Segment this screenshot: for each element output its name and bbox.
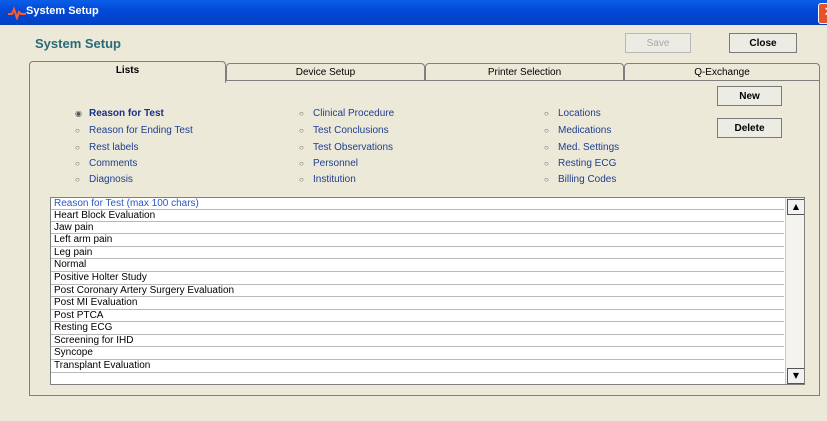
vertical-scrollbar[interactable]: ▲ ▼: [785, 198, 804, 384]
tab-printer-selection[interactable]: Printer Selection: [425, 63, 624, 81]
save-button[interactable]: Save: [625, 33, 691, 53]
scroll-down-arrow-icon[interactable]: ▼: [787, 368, 804, 384]
radio-rest-labels[interactable]: ○ Rest labels: [75, 142, 138, 153]
radio-personnel[interactable]: ○ Personnel: [299, 158, 358, 169]
list-item[interactable]: Transplant Evaluation: [51, 359, 784, 371]
radio-icon: ○: [544, 175, 549, 184]
radio-icon: ○: [544, 143, 549, 152]
system-setup-window: System Setup ✕ System Setup Save Close L…: [0, 0, 827, 421]
radio-test-observations[interactable]: ○ Test Observations: [299, 142, 393, 153]
radio-icon: ○: [299, 126, 304, 135]
delete-button[interactable]: Delete: [717, 118, 782, 138]
page-title: System Setup: [35, 36, 121, 51]
radio-icon: ○: [299, 159, 304, 168]
radio-reason-for-ending-test[interactable]: ○ Reason for Ending Test: [75, 125, 193, 136]
radio-resting-ecg[interactable]: ○ Resting ECG: [544, 158, 616, 169]
list-item[interactable]: Syncope: [51, 346, 784, 358]
radio-icon: ○: [75, 126, 80, 135]
radio-icon: ○: [75, 175, 80, 184]
list-item[interactable]: Positive Holter Study: [51, 271, 784, 283]
list-item[interactable]: Heart Block Evaluation: [51, 209, 784, 221]
new-button[interactable]: New: [717, 86, 782, 106]
scroll-up-arrow-icon[interactable]: ▲: [787, 199, 804, 215]
radio-icon: ○: [299, 175, 304, 184]
list-item[interactable]: [51, 372, 784, 384]
radio-icon: ○: [75, 159, 80, 168]
list-item[interactable]: Post PTCA: [51, 309, 784, 321]
list-header: Reason for Test (max 100 chars): [54, 198, 199, 209]
title-bar[interactable]: System Setup ✕: [0, 0, 827, 25]
close-button[interactable]: Close: [729, 33, 797, 53]
radio-icon: ○: [299, 109, 304, 118]
list-item[interactable]: Left arm pain: [51, 233, 784, 245]
reason-list[interactable]: Reason for Test (max 100 chars) Heart Bl…: [50, 197, 805, 385]
radio-icon: ○: [544, 159, 549, 168]
radio-billing-codes[interactable]: ○ Billing Codes: [544, 174, 616, 185]
list-item[interactable]: Leg pain: [51, 246, 784, 258]
radio-clinical-procedure[interactable]: ○ Clinical Procedure: [299, 108, 394, 119]
radio-institution[interactable]: ○ Institution: [299, 174, 356, 185]
radio-icon: ○: [75, 143, 80, 152]
radio-reason-for-test[interactable]: ◉ Reason for Test: [75, 108, 164, 119]
window-close-icon[interactable]: ✕: [818, 3, 827, 24]
heartbeat-icon: [8, 6, 26, 20]
list-item[interactable]: Jaw pain: [51, 221, 784, 233]
radio-med-settings[interactable]: ○ Med. Settings: [544, 142, 619, 153]
radio-medications[interactable]: ○ Medications: [544, 125, 611, 136]
radio-icon: ○: [544, 126, 549, 135]
radio-comments[interactable]: ○ Comments: [75, 158, 137, 169]
radio-selected-icon: ◉: [75, 109, 82, 118]
list-item[interactable]: Post MI Evaluation: [51, 296, 784, 308]
window-title: System Setup: [26, 5, 99, 17]
list-item[interactable]: Resting ECG: [51, 321, 784, 333]
radio-diagnosis[interactable]: ○ Diagnosis: [75, 174, 133, 185]
radio-test-conclusions[interactable]: ○ Test Conclusions: [299, 125, 389, 136]
tab-device-setup[interactable]: Device Setup: [226, 63, 425, 81]
tab-lists[interactable]: Lists: [29, 61, 226, 83]
radio-locations[interactable]: ○ Locations: [544, 108, 601, 119]
tab-q-exchange[interactable]: Q-Exchange: [624, 63, 820, 81]
radio-icon: ○: [544, 109, 549, 118]
list-item[interactable]: Post Coronary Artery Surgery Evaluation: [51, 284, 784, 296]
list-item[interactable]: Normal: [51, 258, 784, 270]
radio-icon: ○: [299, 143, 304, 152]
list-item[interactable]: Screening for IHD: [51, 334, 784, 346]
